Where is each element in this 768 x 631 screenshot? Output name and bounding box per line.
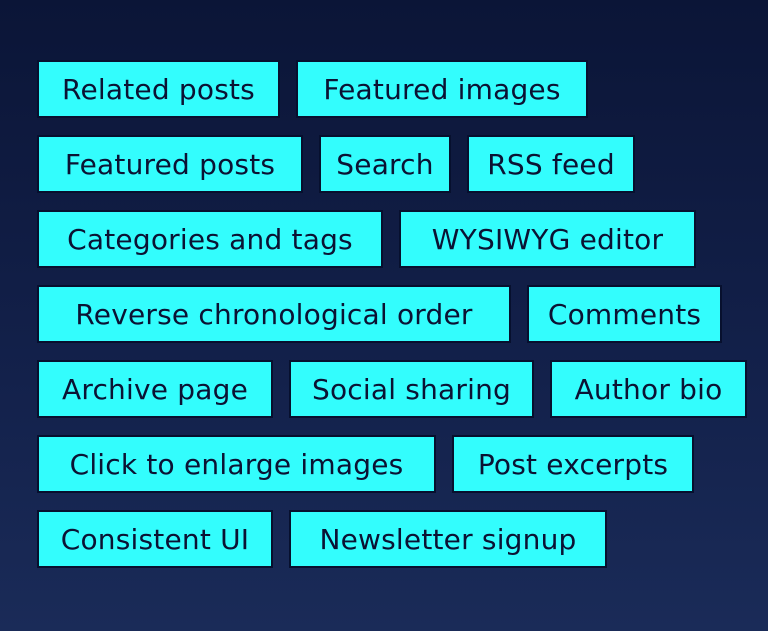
- tag-row: Categories and tags WYSIWYG editor: [37, 210, 747, 268]
- tag-row: Archive page Social sharing Author bio: [37, 360, 747, 418]
- tag-categories-and-tags[interactable]: Categories and tags: [37, 210, 383, 268]
- tag-wysiwyg-editor[interactable]: WYSIWYG editor: [399, 210, 696, 268]
- tag-comments[interactable]: Comments: [527, 285, 722, 343]
- tag-row: Click to enlarge images Post excerpts: [37, 435, 747, 493]
- tag-newsletter-signup[interactable]: Newsletter signup: [289, 510, 607, 568]
- tag-consistent-ui[interactable]: Consistent UI: [37, 510, 273, 568]
- tag-reverse-chronological-order[interactable]: Reverse chronological order: [37, 285, 511, 343]
- tag-archive-page[interactable]: Archive page: [37, 360, 273, 418]
- tag-row: Related posts Featured images: [37, 60, 747, 118]
- tag-author-bio[interactable]: Author bio: [550, 360, 747, 418]
- tag-post-excerpts[interactable]: Post excerpts: [452, 435, 694, 493]
- tag-row: Featured posts Search RSS feed: [37, 135, 747, 193]
- tag-featured-images[interactable]: Featured images: [296, 60, 588, 118]
- tag-social-sharing[interactable]: Social sharing: [289, 360, 534, 418]
- tag-click-to-enlarge-images[interactable]: Click to enlarge images: [37, 435, 436, 493]
- tag-row: Consistent UI Newsletter signup: [37, 510, 747, 568]
- tag-rss-feed[interactable]: RSS feed: [467, 135, 635, 193]
- tag-search[interactable]: Search: [319, 135, 451, 193]
- tag-related-posts[interactable]: Related posts: [37, 60, 280, 118]
- tag-cloud: Related posts Featured images Featured p…: [37, 60, 747, 585]
- tag-row: Reverse chronological order Comments: [37, 285, 747, 343]
- tag-featured-posts[interactable]: Featured posts: [37, 135, 303, 193]
